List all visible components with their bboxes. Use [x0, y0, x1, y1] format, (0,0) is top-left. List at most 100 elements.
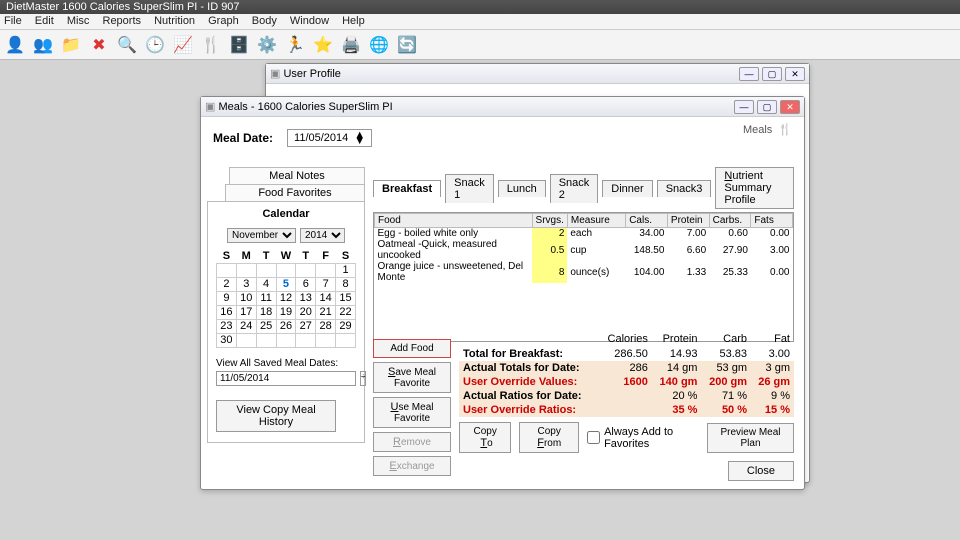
- year-select[interactable]: 2014: [300, 228, 345, 243]
- food-row[interactable]: Oatmeal -Quick, measured uncooked0.5cup1…: [375, 239, 793, 261]
- always-add-checkbox[interactable]: Always Add to Favorites: [587, 426, 699, 450]
- menu-help[interactable]: Help: [342, 15, 365, 27]
- clock-icon[interactable]: 🕒: [144, 34, 166, 56]
- menu-window[interactable]: Window: [290, 15, 329, 27]
- calendar-day[interactable]: 6: [296, 277, 316, 291]
- calendar-day[interactable]: 9: [217, 291, 237, 305]
- preview-button[interactable]: Preview Meal Plan: [707, 423, 794, 453]
- calendar-day[interactable]: [256, 333, 276, 347]
- tab-calendar[interactable]: Calendar: [216, 208, 356, 220]
- food-table[interactable]: FoodSrvgs.MeasureCals.ProteinCarbs.Fats …: [373, 212, 794, 342]
- menu-reports[interactable]: Reports: [103, 15, 142, 27]
- delete-icon[interactable]: ✖: [88, 34, 110, 56]
- copy-to-button[interactable]: Copy To: [459, 422, 511, 453]
- calendar-day[interactable]: 27: [296, 319, 316, 333]
- calendar-grid[interactable]: SMTWTFS 12345678910111213141516171819202…: [216, 249, 356, 348]
- calendar-day[interactable]: 1: [336, 263, 356, 277]
- calendar-day[interactable]: [236, 263, 256, 277]
- calendar-day[interactable]: 24: [236, 319, 256, 333]
- date-spinner[interactable]: ▲▼: [354, 132, 365, 144]
- calendar-day[interactable]: [256, 263, 276, 277]
- maximize-button[interactable]: ▢: [762, 67, 782, 81]
- maximize-button[interactable]: ▢: [757, 100, 777, 114]
- calendar-day[interactable]: 20: [296, 305, 316, 319]
- menu-body[interactable]: Body: [252, 15, 277, 27]
- calendar-day[interactable]: 30: [217, 333, 237, 347]
- tab-snack2[interactable]: Snack 2: [550, 174, 599, 203]
- chart-icon[interactable]: 📈: [172, 34, 194, 56]
- tab-food-favorites[interactable]: Food Favorites: [225, 184, 365, 201]
- close-button[interactable]: ✕: [780, 100, 800, 114]
- date-step-control[interactable]: ÷: [360, 371, 366, 386]
- meal-date-input[interactable]: 11/05/2014 ▲▼: [287, 129, 372, 147]
- calendar-day[interactable]: 21: [316, 305, 336, 319]
- calendar-day[interactable]: [316, 333, 336, 347]
- tab-breakfast[interactable]: Breakfast: [373, 180, 441, 197]
- calendar-day[interactable]: 5: [276, 277, 296, 291]
- calendar-day[interactable]: 10: [236, 291, 256, 305]
- minimize-button[interactable]: —: [734, 100, 754, 114]
- tab-lunch[interactable]: Lunch: [498, 180, 546, 197]
- calendar-day[interactable]: 11: [256, 291, 276, 305]
- nutrient-summary-button[interactable]: Nutrient Summary Profile: [715, 167, 794, 209]
- calendar-day[interactable]: [296, 333, 316, 347]
- tab-meal-notes[interactable]: Meal Notes: [229, 167, 365, 184]
- exchange-button[interactable]: Exchange: [373, 456, 451, 476]
- add-user-icon[interactable]: 👤: [4, 34, 26, 56]
- users-icon[interactable]: 👥: [32, 34, 54, 56]
- print-icon[interactable]: 🖨️: [340, 34, 362, 56]
- calendar-day[interactable]: 29: [336, 319, 356, 333]
- calendar-day[interactable]: 22: [336, 305, 356, 319]
- calendar-day[interactable]: 26: [276, 319, 296, 333]
- calendar-day[interactable]: 15: [336, 291, 356, 305]
- database-icon[interactable]: 🗄️: [228, 34, 250, 56]
- calendar-day[interactable]: 19: [276, 305, 296, 319]
- calendar-day[interactable]: 23: [217, 319, 237, 333]
- calendar-day[interactable]: 12: [276, 291, 296, 305]
- tab-snack3[interactable]: Snack3: [657, 180, 712, 197]
- copy-from-button[interactable]: Copy From: [519, 422, 579, 453]
- saved-date-input[interactable]: [216, 371, 356, 386]
- calendar-day[interactable]: 13: [296, 291, 316, 305]
- menu-graph[interactable]: Graph: [208, 15, 239, 27]
- globe-refresh-icon[interactable]: 🔄: [396, 34, 418, 56]
- menu-file[interactable]: File: [4, 15, 22, 27]
- calendar-day[interactable]: 3: [236, 277, 256, 291]
- calendar-day[interactable]: 28: [316, 319, 336, 333]
- month-select[interactable]: November: [227, 228, 296, 243]
- add-food-button[interactable]: Add Food: [373, 339, 451, 358]
- menu-edit[interactable]: Edit: [35, 15, 54, 27]
- view-history-button[interactable]: View Copy Meal History: [216, 400, 336, 432]
- menu-misc[interactable]: Misc: [67, 15, 90, 27]
- calendar-day[interactable]: 16: [217, 305, 237, 319]
- calendar-day[interactable]: 14: [316, 291, 336, 305]
- save-favorite-button[interactable]: Save Meal Favorite: [373, 362, 451, 393]
- food-row[interactable]: Orange juice - unsweetened, Del Monte8ou…: [375, 261, 793, 283]
- calendar-day[interactable]: [217, 263, 237, 277]
- calendar-day[interactable]: [296, 263, 316, 277]
- search-icon[interactable]: 🔍: [116, 34, 138, 56]
- star-icon[interactable]: ⭐: [312, 34, 334, 56]
- gears-icon[interactable]: ⚙️: [256, 34, 278, 56]
- calendar-day[interactable]: [236, 333, 256, 347]
- calendar-day[interactable]: 8: [336, 277, 356, 291]
- calendar-day[interactable]: [276, 263, 296, 277]
- food-row[interactable]: Egg - boiled white only2each34.007.000.6…: [375, 228, 793, 240]
- utensils-icon[interactable]: 🍴: [200, 34, 222, 56]
- calendar-day[interactable]: [336, 333, 356, 347]
- runner-icon[interactable]: 🏃: [284, 34, 306, 56]
- close-button[interactable]: Close: [728, 461, 794, 481]
- tab-snack1[interactable]: Snack 1: [445, 174, 494, 203]
- calendar-day[interactable]: 25: [256, 319, 276, 333]
- calendar-day[interactable]: 18: [256, 305, 276, 319]
- calendar-day[interactable]: [316, 263, 336, 277]
- close-button[interactable]: ✕: [785, 67, 805, 81]
- calendar-day[interactable]: 7: [316, 277, 336, 291]
- folder-icon[interactable]: 📁: [60, 34, 82, 56]
- minimize-button[interactable]: —: [739, 67, 759, 81]
- calendar-day[interactable]: [276, 333, 296, 347]
- calendar-day[interactable]: 2: [217, 277, 237, 291]
- globe-icon[interactable]: 🌐: [368, 34, 390, 56]
- tab-dinner[interactable]: Dinner: [602, 180, 652, 197]
- calendar-day[interactable]: 17: [236, 305, 256, 319]
